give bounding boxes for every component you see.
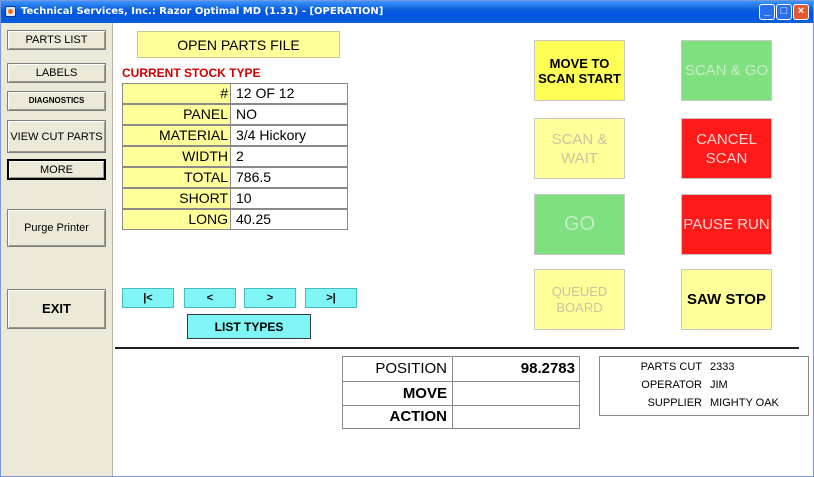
- supplier-value: MIGHTY OAK: [710, 397, 779, 409]
- title-bar[interactable]: Technical Services, Inc.: Razor Optimal …: [1, 1, 813, 23]
- open-parts-file-button[interactable]: OPEN PARTS FILE: [137, 31, 340, 58]
- stock-label: WIDTH: [123, 147, 231, 166]
- scan-and-go-button[interactable]: SCAN & GO: [681, 40, 772, 101]
- info-panel: PARTS CUT 2333 OPERATOR JIM SUPPLIER MIG…: [599, 356, 809, 416]
- position-label: POSITION: [343, 357, 453, 381]
- next-record-button[interactable]: >: [244, 288, 296, 308]
- stock-row: SHORT 10: [122, 188, 348, 209]
- parts-cut-value: 2333: [710, 361, 735, 373]
- window-title: Technical Services, Inc.: Razor Optimal …: [21, 6, 384, 17]
- position-panel: POSITION 98.2783 MOVE ACTION: [342, 356, 580, 429]
- stock-row: WIDTH 2: [122, 146, 348, 167]
- maximize-icon[interactable]: □: [776, 4, 792, 20]
- stock-label: PANEL: [123, 105, 231, 124]
- stock-label: MATERIAL: [123, 126, 231, 145]
- stock-value: 2: [231, 147, 347, 166]
- stock-row: LONG 40.25: [122, 209, 348, 230]
- saw-stop-button[interactable]: SAW STOP: [681, 269, 772, 330]
- stock-value: 10: [231, 189, 347, 208]
- more-button[interactable]: MORE: [7, 159, 106, 180]
- parts-cut-label: PARTS CUT: [640, 361, 702, 373]
- minimize-icon[interactable]: _: [759, 4, 775, 20]
- prev-record-button[interactable]: <: [184, 288, 236, 308]
- stock-row: TOTAL 786.5: [122, 167, 348, 188]
- stock-label: SHORT: [123, 189, 231, 208]
- list-types-button[interactable]: LIST TYPES: [187, 314, 311, 339]
- scan-and-wait-button[interactable]: SCAN & WAIT: [534, 118, 625, 179]
- cancel-scan-button[interactable]: CANCEL SCAN: [681, 118, 772, 179]
- stock-label: LONG: [123, 210, 231, 229]
- action-label: ACTION: [343, 406, 453, 428]
- move-value: [453, 382, 579, 405]
- divider: [115, 347, 799, 349]
- stock-row: MATERIAL 3/4 Hickory: [122, 125, 348, 146]
- first-record-button[interactable]: |<: [122, 288, 174, 308]
- sidebar: PARTS LIST LABELS DIAGNOSTICS VIEW CUT P…: [1, 23, 113, 476]
- view-cut-parts-button[interactable]: VIEW CUT PARTS: [7, 120, 106, 153]
- diagnostics-button[interactable]: DIAGNOSTICS: [7, 91, 106, 111]
- position-value: 98.2783: [520, 360, 575, 377]
- pause-run-button[interactable]: PAUSE RUN: [681, 194, 772, 255]
- exit-button[interactable]: EXIT: [7, 289, 106, 329]
- current-stock-title: CURRENT STOCK TYPE: [122, 66, 261, 80]
- operator-label: OPERATOR: [641, 379, 702, 391]
- labels-button[interactable]: LABELS: [7, 63, 106, 83]
- app-window: Technical Services, Inc.: Razor Optimal …: [0, 0, 814, 477]
- stock-row: PANEL NO: [122, 104, 348, 125]
- position-row: POSITION 98.2783: [343, 357, 579, 382]
- action-value: [453, 406, 579, 428]
- stock-value: 3/4 Hickory: [231, 126, 347, 145]
- stock-value: 12 OF 12: [231, 84, 347, 103]
- app-icon: [5, 6, 16, 17]
- last-record-button[interactable]: >|: [305, 288, 357, 308]
- stock-value: 786.5: [231, 168, 347, 187]
- action-row: ACTION: [343, 406, 579, 428]
- move-to-scan-start-button[interactable]: MOVE TO SCAN START: [534, 40, 625, 101]
- operator-value: JIM: [710, 379, 728, 391]
- stock-value: 40.25: [231, 210, 347, 229]
- stock-label: TOTAL: [123, 168, 231, 187]
- parts-list-button[interactable]: PARTS LIST: [7, 30, 106, 50]
- stock-value: NO: [231, 105, 347, 124]
- stock-row: # 12 OF 12: [122, 83, 348, 104]
- supplier-label: SUPPLIER: [647, 397, 702, 409]
- close-icon[interactable]: ×: [793, 4, 809, 20]
- stock-label: #: [123, 84, 231, 103]
- queued-board-button[interactable]: QUEUED BOARD: [534, 269, 625, 330]
- move-label: MOVE: [343, 382, 453, 405]
- supplier-row: SUPPLIER MIGHTY OAK: [600, 394, 808, 412]
- operator-row: OPERATOR JIM: [600, 376, 808, 394]
- move-row: MOVE: [343, 382, 579, 406]
- purge-printer-button[interactable]: Purge Printer: [7, 209, 106, 247]
- go-button[interactable]: GO: [534, 194, 625, 255]
- parts-cut-row: PARTS CUT 2333: [600, 358, 808, 376]
